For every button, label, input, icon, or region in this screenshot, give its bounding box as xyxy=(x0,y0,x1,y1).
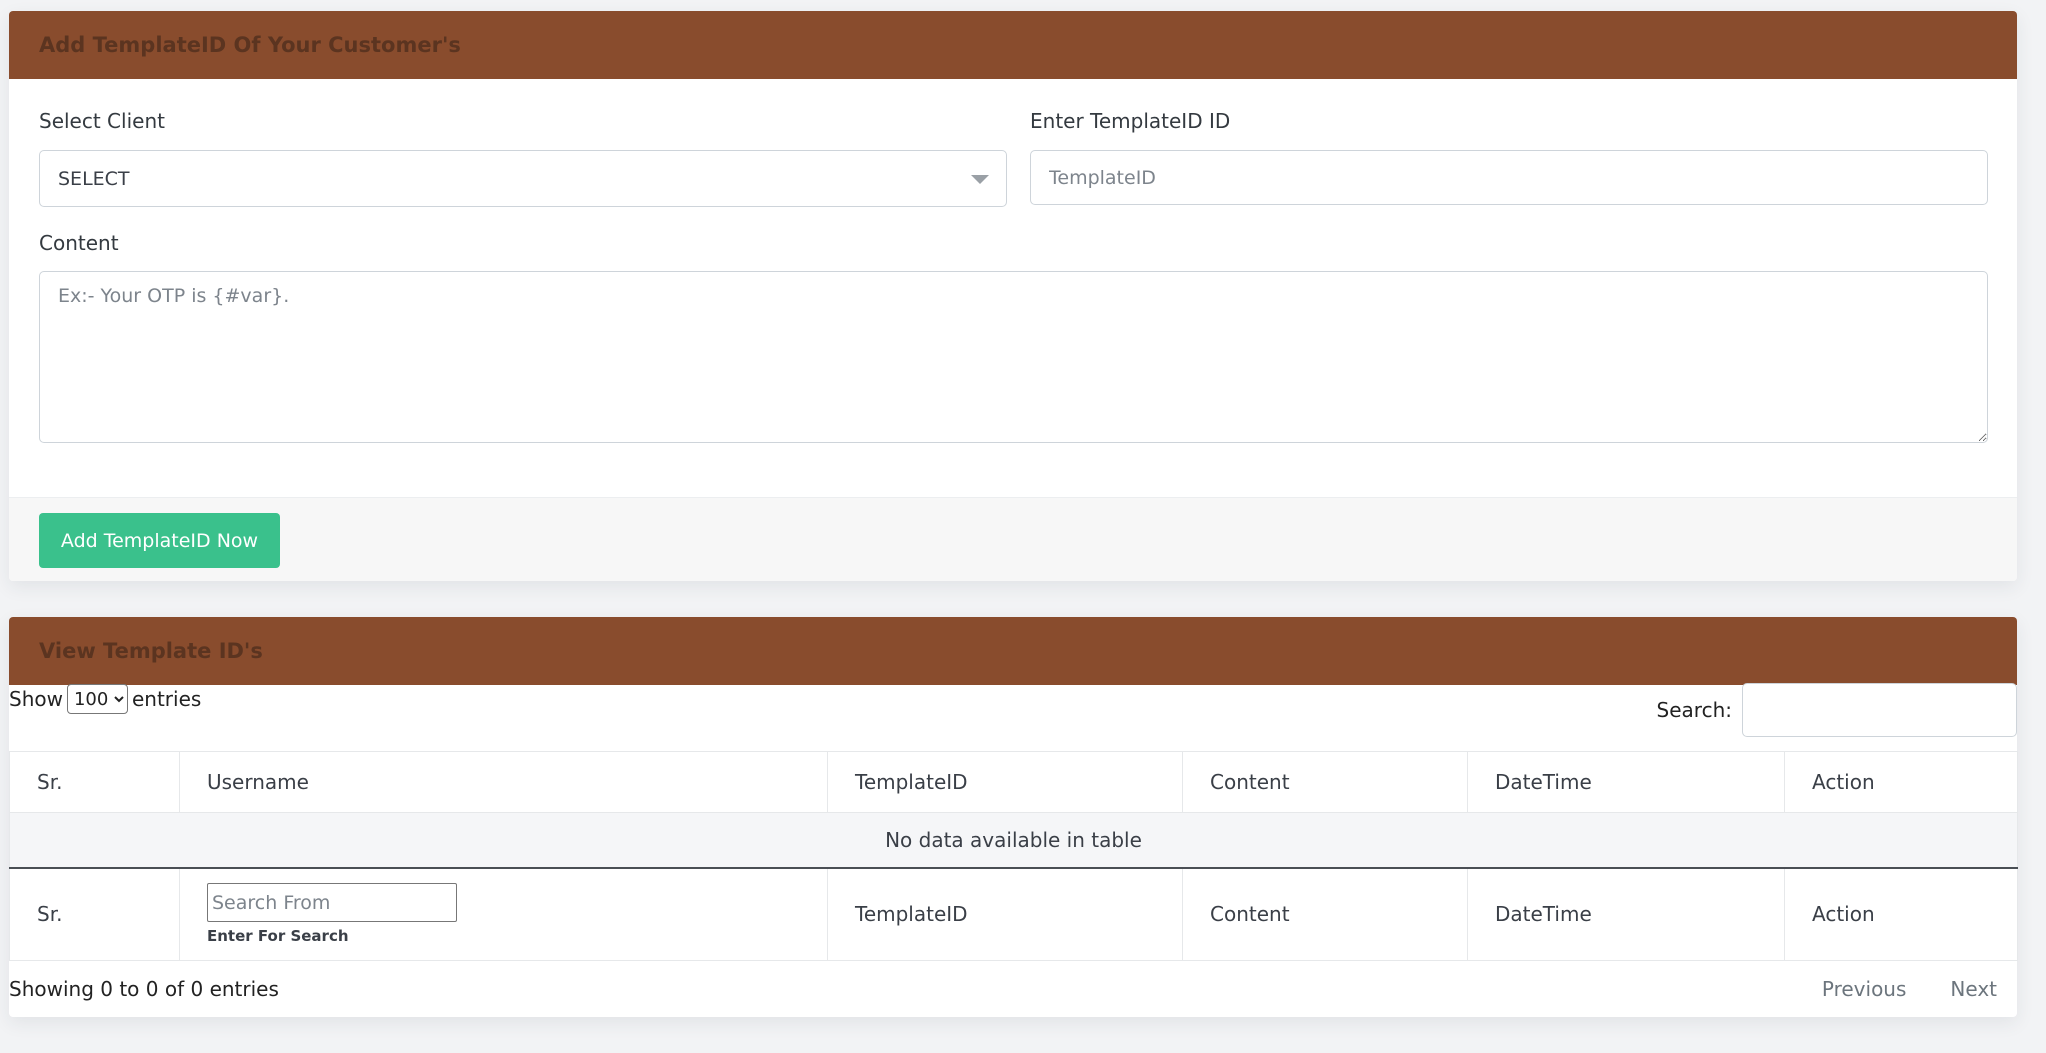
table-header-row: Sr. Username TemplateID Content DateTime… xyxy=(9,751,2018,813)
templates-table: Sr. Username TemplateID Content DateTime… xyxy=(9,751,2018,961)
client-select-value: SELECT xyxy=(58,167,130,190)
view-templates-title: View Template ID's xyxy=(39,639,263,663)
search-label: Search: xyxy=(1656,698,1732,722)
table-search: Search: xyxy=(1657,683,2017,737)
username-search-input[interactable] xyxy=(207,883,457,923)
content-label: Content xyxy=(39,231,119,255)
footer-datetime: DateTime xyxy=(1467,867,1785,961)
table-search-input[interactable] xyxy=(1742,683,2017,737)
next-page-button[interactable]: Next xyxy=(1950,977,1997,1001)
select-client-label: Select Client xyxy=(39,109,165,133)
view-templates-card: View Template ID's Show 100 entries Sear… xyxy=(9,617,2018,1017)
template-id-label: Enter TemplateID ID xyxy=(1030,109,1231,133)
show-label: Show xyxy=(9,687,63,711)
footer-templateid: TemplateID xyxy=(827,867,1183,961)
add-template-button[interactable]: Add TemplateID Now xyxy=(39,513,280,568)
page-length-select[interactable]: 100 xyxy=(66,684,128,714)
column-header-username[interactable]: Username xyxy=(179,751,828,813)
column-header-action[interactable]: Action xyxy=(1784,751,2018,813)
view-templates-header: View Template ID's xyxy=(9,617,2017,685)
chevron-down-icon xyxy=(971,175,989,184)
footer-content: Content xyxy=(1182,867,1468,961)
add-template-title: Add TemplateID Of Your Customer's xyxy=(39,33,461,57)
footer-action: Action xyxy=(1784,867,2018,961)
footer-username-cell: Enter For Search xyxy=(179,867,828,961)
column-header-templateid[interactable]: TemplateID xyxy=(827,751,1183,813)
footer-sr: Sr. xyxy=(9,867,180,961)
add-template-header: Add TemplateID Of Your Customer's xyxy=(9,11,2017,79)
column-header-sr[interactable]: Sr. xyxy=(9,751,180,813)
table-empty-row: No data available in table xyxy=(9,812,2018,869)
column-header-content[interactable]: Content xyxy=(1182,751,1468,813)
add-template-card: Add TemplateID Of Your Customer's Select… xyxy=(9,11,2017,581)
content-textarea[interactable] xyxy=(39,271,1988,443)
pagination: Previous Next xyxy=(1822,977,1997,1001)
column-header-datetime[interactable]: DateTime xyxy=(1467,751,1785,813)
table-info: Showing 0 to 0 of 0 entries xyxy=(9,977,279,1001)
footer-search-hint: Enter For Search xyxy=(207,927,349,946)
table-footer-row: Sr. Enter For Search TemplateID Content … xyxy=(9,867,2018,961)
client-select[interactable]: SELECT xyxy=(39,150,1007,207)
page-length-control: Show 100 entries xyxy=(9,684,201,714)
empty-message: No data available in table xyxy=(9,812,2018,869)
previous-page-button[interactable]: Previous xyxy=(1822,977,1907,1001)
add-template-footer: Add TemplateID Now xyxy=(9,497,2017,581)
template-id-input[interactable] xyxy=(1030,150,1988,205)
entries-label: entries xyxy=(131,687,202,711)
